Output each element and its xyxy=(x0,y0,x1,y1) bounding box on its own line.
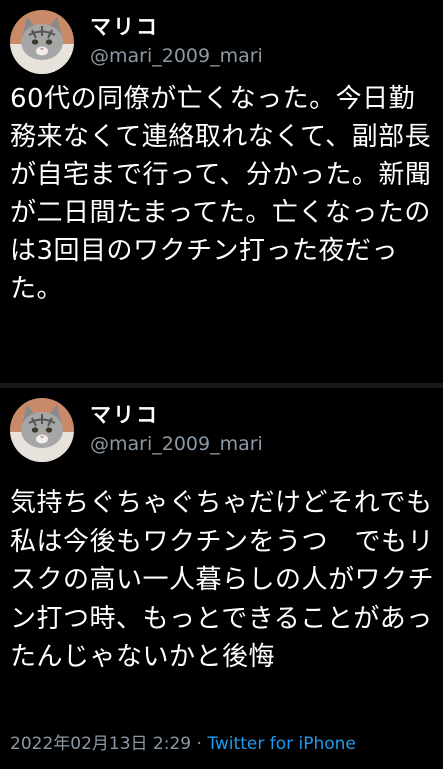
tweet-1[interactable]: マリコ @mari_2009_mari 60代の同僚が亡くなった。今日勤務来なく… xyxy=(0,0,443,383)
tweet-2[interactable]: マリコ @mari_2009_mari 気持ちぐちゃぐちゃだけどそれでも私は今後… xyxy=(0,388,443,769)
source-link[interactable]: Twitter for iPhone xyxy=(207,734,356,754)
cat-avatar-icon[interactable] xyxy=(10,10,74,74)
display-name[interactable]: マリコ xyxy=(90,399,159,429)
tweet-meta: 2022年02月13日 2:29 · Twitter for iPhone xyxy=(10,729,356,754)
display-name[interactable]: マリコ xyxy=(90,11,159,41)
tweet-text: 気持ちぐちゃぐちゃだけどそれでも私は今後もワクチンをうつ でもリスクの高い一人暮… xyxy=(10,488,435,672)
meta-separator: · xyxy=(196,734,202,754)
timestamp[interactable]: 2022年02月13日 2:29 xyxy=(10,734,191,754)
user-handle[interactable]: @mari_2009_mari xyxy=(90,433,263,455)
tweet-text: 60代の同僚が亡くなった。今日勤務来なくて連絡取れなくて、副部長が自宅まで行って… xyxy=(10,84,432,304)
cat-avatar-icon[interactable] xyxy=(10,398,74,462)
user-handle[interactable]: @mari_2009_mari xyxy=(90,45,263,67)
